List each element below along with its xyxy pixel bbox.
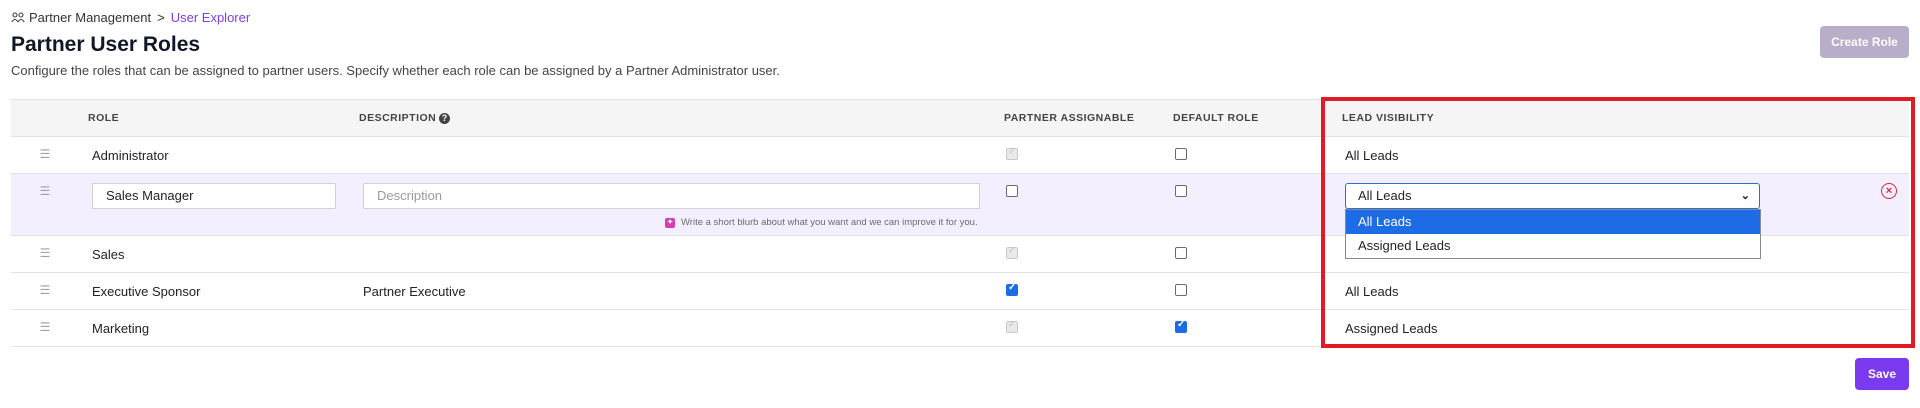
- header-lead-visibility: LEAD VISIBILITY: [1342, 112, 1435, 124]
- drag-handle-icon[interactable]: ☰: [39, 147, 51, 161]
- ai-sparkle-icon[interactable]: ✦: [665, 217, 675, 228]
- lead-visibility-value: All Leads: [1345, 284, 1399, 299]
- lead-visibility-dropdown: All Leads Assigned Leads: [1345, 209, 1761, 259]
- drag-handle-icon[interactable]: ☰: [39, 246, 51, 260]
- role-description: Partner Executive: [363, 284, 466, 299]
- default-role-checkbox[interactable]: [1175, 148, 1187, 160]
- drag-handle-icon[interactable]: ☰: [39, 184, 51, 198]
- table-header: ROLE DESCRIPTION? PARTNER ASSIGNABLE DEF…: [11, 99, 1909, 137]
- partners-icon: [11, 11, 25, 22]
- lead-visibility-selected: All Leads: [1358, 188, 1412, 203]
- partner-assignable-checkbox: [1006, 245, 1018, 259]
- drag-handle-icon[interactable]: ☰: [39, 320, 51, 334]
- ai-hint-text: Write a short blurb about what you want …: [681, 217, 978, 228]
- header-description: DESCRIPTION?: [359, 112, 451, 124]
- table-row: ☰ Administrator All Leads: [11, 137, 1909, 174]
- help-icon[interactable]: ?: [439, 113, 451, 124]
- default-role-checkbox[interactable]: [1175, 284, 1187, 296]
- lead-visibility-value: All Leads: [1345, 148, 1399, 163]
- page-title: Partner User Roles: [11, 33, 201, 56]
- partner-assignable-checkbox[interactable]: [1006, 282, 1018, 296]
- header-role: ROLE: [88, 112, 120, 124]
- dropdown-option-all-leads[interactable]: All Leads: [1346, 210, 1760, 234]
- partner-assignable-checkbox[interactable]: [1006, 185, 1018, 197]
- page-subtitle: Configure the roles that can be assigned…: [11, 63, 780, 78]
- table-row: ☰ Marketing Assigned Leads: [11, 310, 1909, 347]
- role-name: Sales: [92, 247, 125, 262]
- partner-assignable-checkbox: [1006, 319, 1018, 333]
- partner-assignable-checkbox: [1006, 146, 1018, 160]
- breadcrumb-parent[interactable]: Partner Management: [29, 10, 151, 25]
- header-partner-assignable: PARTNER ASSIGNABLE: [1004, 112, 1135, 124]
- default-role-checkbox[interactable]: [1175, 185, 1187, 197]
- save-button[interactable]: Save: [1855, 358, 1909, 390]
- role-name: Executive Sponsor: [92, 284, 201, 299]
- ai-hint: ✦ Write a short blurb about what you wan…: [665, 217, 978, 228]
- create-role-button[interactable]: Create Role: [1820, 26, 1909, 58]
- description-input[interactable]: Description: [363, 183, 980, 209]
- dropdown-option-assigned-leads[interactable]: Assigned Leads: [1346, 234, 1760, 258]
- role-name-input[interactable]: Sales Manager: [92, 183, 336, 209]
- drag-handle-icon[interactable]: ☰: [39, 283, 51, 297]
- table-row: ☰ Executive Sponsor Partner Executive Al…: [11, 273, 1909, 310]
- remove-row-icon[interactable]: ×: [1881, 183, 1897, 199]
- breadcrumb-separator: >: [157, 10, 165, 25]
- default-role-checkbox[interactable]: [1175, 247, 1187, 259]
- chevron-down-icon: ⌄: [1740, 190, 1750, 202]
- header-default-role: DEFAULT ROLE: [1173, 112, 1259, 124]
- role-name: Marketing: [92, 321, 150, 336]
- role-name: Administrator: [92, 148, 169, 163]
- breadcrumb: Partner Management > User Explorer: [11, 10, 250, 25]
- breadcrumb-current[interactable]: User Explorer: [171, 10, 250, 25]
- lead-visibility-value: Assigned Leads: [1345, 321, 1438, 336]
- lead-visibility-select[interactable]: All Leads ⌄: [1345, 183, 1760, 209]
- default-role-checkbox[interactable]: [1175, 319, 1187, 333]
